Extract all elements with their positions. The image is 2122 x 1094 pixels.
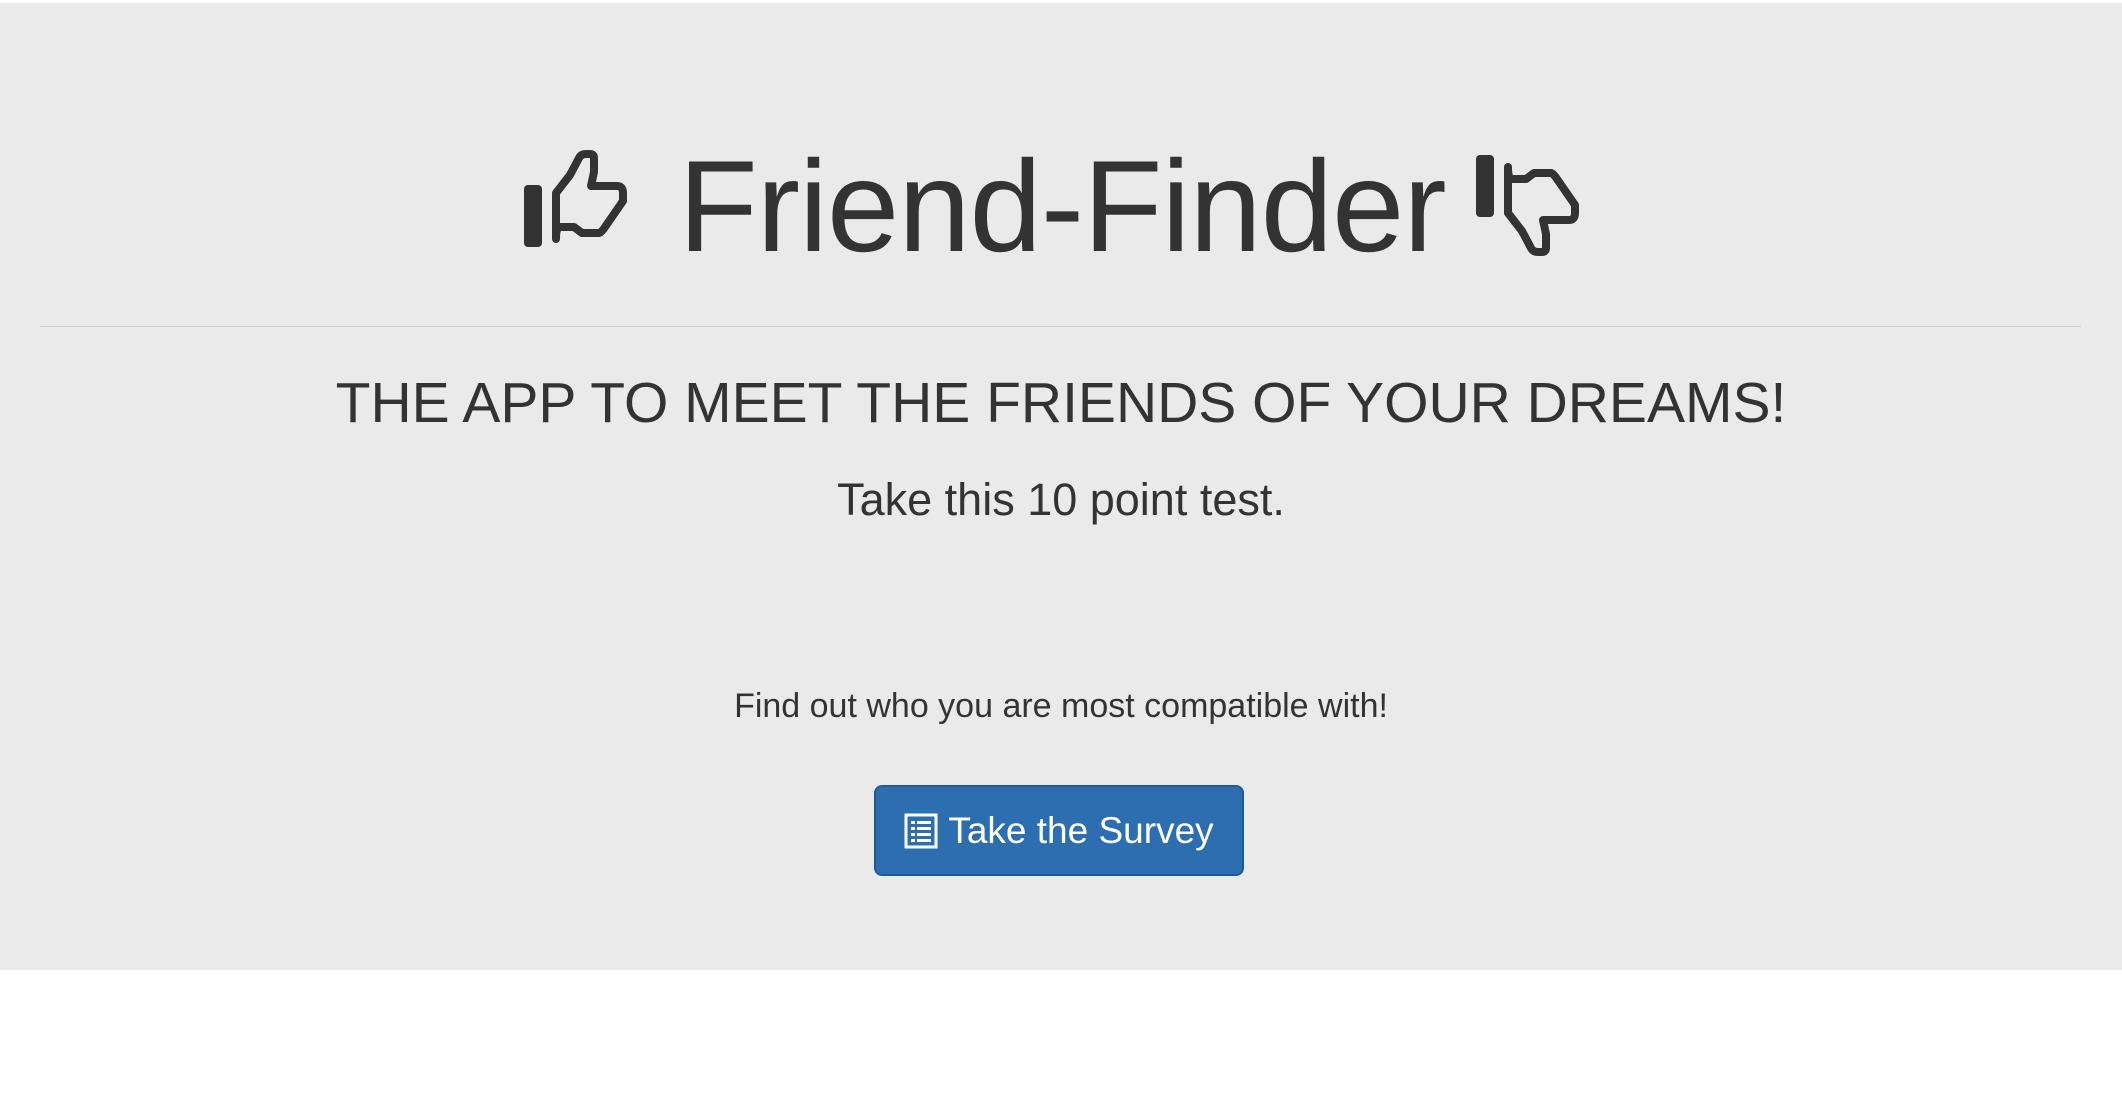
subtitle: Take this 10 point test. [837,474,1285,525]
page-title: Friend-Finder [0,131,2122,281]
thumbs-up-icon [520,141,650,271]
tagline: THE APP TO MEET THE FRIENDS OF YOUR DREA… [335,371,1787,435]
divider [40,326,2081,327]
list-alt-icon [904,813,938,849]
prompt-text: Find out who you are most compatible wit… [734,687,1388,725]
thumbs-down-icon [1472,141,1602,271]
take-survey-button[interactable]: Take the Survey [874,785,1244,876]
take-survey-label: Take the Survey [948,809,1214,851]
app-title: Friend-Finder [678,133,1446,279]
jumbotron: Friend-Finder THE APP TO MEET THE FRIEND… [0,0,2122,970]
